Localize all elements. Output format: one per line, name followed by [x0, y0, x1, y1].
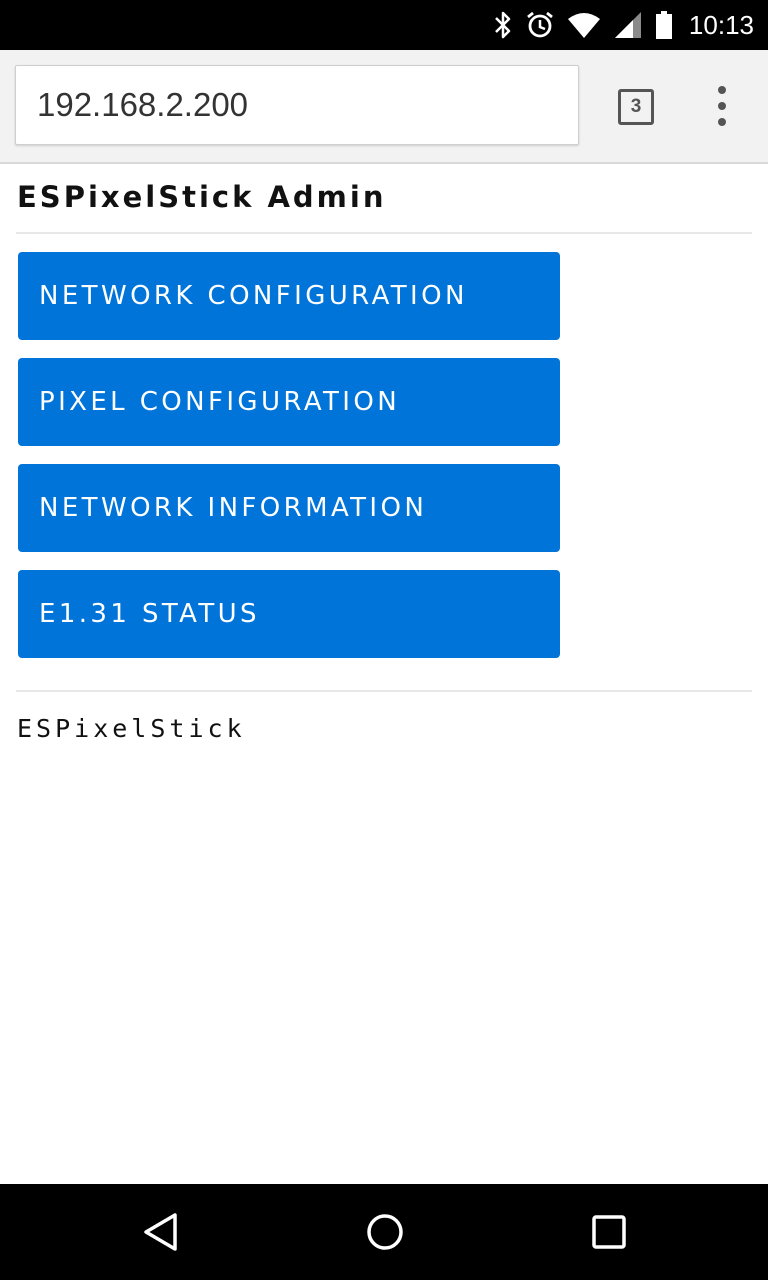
navigation-bar [0, 1184, 768, 1280]
status-bar: 10:13 [0, 0, 768, 50]
web-page: ESPixelStick Admin NETWORK CONFIGURATION… [0, 164, 768, 1184]
recents-icon[interactable] [591, 1212, 627, 1252]
network-information-button[interactable]: NETWORK INFORMATION [18, 464, 560, 552]
url-bar[interactable]: 192.168.2.200 [15, 65, 579, 145]
home-icon[interactable] [366, 1212, 404, 1252]
status-time: 10:13 [688, 9, 754, 40]
overflow-menu-icon[interactable] [706, 86, 738, 126]
pixel-configuration-button[interactable]: PIXEL CONFIGURATION [18, 358, 560, 446]
e131-status-button[interactable]: E1.31 STATUS [18, 570, 560, 658]
browser-toolbar: 192.168.2.200 3 [0, 50, 768, 164]
alarm-icon [525, 10, 555, 40]
menu-dot [718, 102, 726, 110]
menu-dot [718, 86, 726, 94]
network-configuration-button[interactable]: NETWORK CONFIGURATION [18, 252, 560, 340]
divider [16, 232, 752, 234]
tab-switcher-button[interactable]: 3 [618, 89, 654, 125]
cell-signal-icon [613, 11, 643, 39]
status-icons: 10:13 [493, 0, 754, 50]
back-icon[interactable] [142, 1212, 178, 1252]
battery-icon [655, 10, 673, 40]
page-title: ESPixelStick Admin [17, 180, 387, 214]
divider [16, 690, 752, 692]
footer-text: ESPixelStick [17, 714, 246, 743]
menu-dot [718, 118, 726, 126]
bluetooth-icon [493, 10, 513, 40]
wifi-icon [567, 11, 601, 39]
